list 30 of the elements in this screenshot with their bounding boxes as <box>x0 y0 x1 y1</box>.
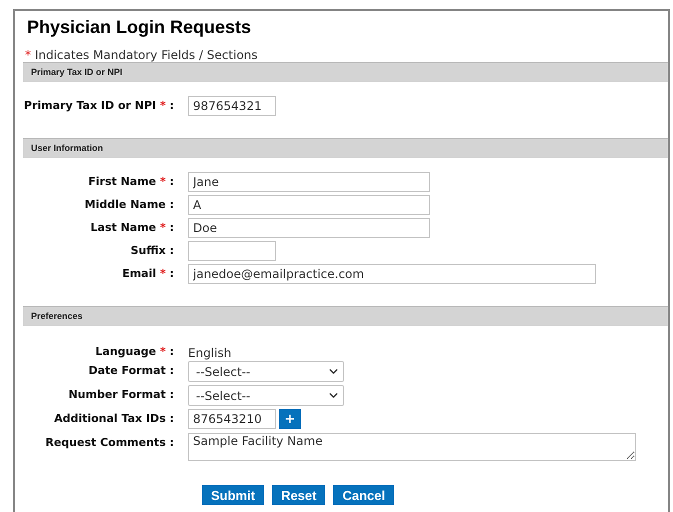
form-button[interactable]: Reset <box>272 485 326 505</box>
field-label: Last Name * : <box>90 221 174 235</box>
page-title: Physician Login Requests <box>27 16 252 38</box>
mandatory-note: * Indicates Mandatory Fields / Sections <box>25 48 259 62</box>
text-field[interactable] <box>188 241 276 261</box>
select-dropdown[interactable]: --Select-- <box>188 361 344 382</box>
text-field[interactable]: Doe <box>188 218 430 238</box>
field-label: First Name * : <box>88 175 174 189</box>
field-label: Suffix : <box>130 244 174 258</box>
form-button[interactable]: Submit <box>202 485 264 505</box>
field-label: Date Format : <box>88 364 174 378</box>
language-value: English <box>188 345 232 362</box>
text-field[interactable]: janedoe@emailpractice.com <box>188 264 596 284</box>
field-label: Number Format : <box>68 388 174 402</box>
section-header: Preferences <box>23 306 668 326</box>
select-dropdown[interactable]: --Select-- <box>188 385 344 406</box>
form-button[interactable]: Cancel <box>333 485 394 505</box>
field-label: Email * : <box>122 267 174 281</box>
field-label: Primary Tax ID or NPI * : <box>24 99 174 113</box>
text-field[interactable]: 987654321 <box>188 96 276 116</box>
text-field[interactable]: 876543210 <box>188 409 276 429</box>
field-label: Request Comments : <box>45 436 174 450</box>
field-label: Middle Name : <box>84 198 174 212</box>
section-header: Primary Tax ID or NPI <box>23 62 668 82</box>
field-label: Language * : <box>95 345 174 359</box>
section-header: User Information <box>23 138 668 158</box>
comments-field[interactable]: Sample Facility Name <box>188 433 636 461</box>
add-button[interactable]: + <box>279 409 301 429</box>
text-field[interactable]: A <box>188 195 430 215</box>
field-label: Additional Tax IDs : <box>54 412 174 426</box>
